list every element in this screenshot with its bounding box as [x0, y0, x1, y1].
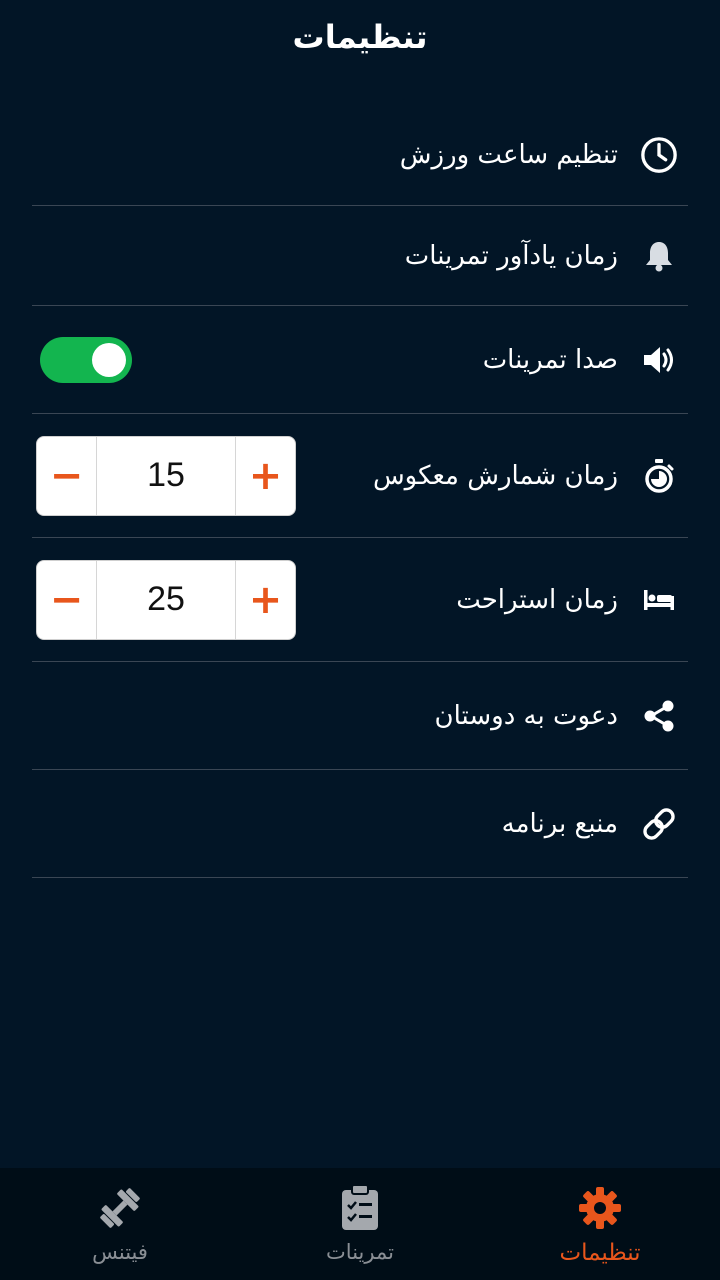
setting-label: زمان شمارش معکوس	[372, 460, 618, 491]
setting-label: زمان استراحت	[456, 584, 618, 615]
setting-invite[interactable]: دعوت به دوستان	[32, 662, 688, 770]
page-title: تنظیمات	[292, 18, 428, 56]
nav-item-workouts[interactable]: تمرینات	[240, 1168, 480, 1280]
setting-reminder[interactable]: زمان یادآور تمرینات	[32, 206, 688, 306]
nav-label: فیتنس	[92, 1240, 148, 1264]
setting-sound: صدا تمرینات	[32, 306, 688, 414]
setting-workout-time[interactable]: تنظیم ساعت ورزش	[32, 104, 688, 206]
nav-label: تمرینات	[326, 1240, 394, 1264]
setting-label: زمان یادآور تمرینات	[404, 240, 618, 271]
setting-label: دعوت به دوستان	[434, 700, 619, 731]
setting-rest: زمان استراحت − 25 +	[32, 538, 688, 662]
countdown-stepper: − 15 +	[36, 435, 296, 516]
gear-icon	[576, 1184, 624, 1232]
setting-label: صدا تمرینات	[482, 344, 618, 375]
link-icon	[640, 805, 678, 843]
rest-decrease-button[interactable]: −	[37, 560, 97, 639]
rest-value: 25	[147, 580, 185, 618]
bottom-nav: فیتنس تمرینات تنظیمات	[0, 1168, 720, 1280]
clipboard-icon	[336, 1184, 384, 1232]
countdown-decrease-button[interactable]: −	[37, 436, 97, 515]
setting-label: تنظیم ساعت ورزش	[399, 139, 618, 170]
bed-icon	[640, 581, 678, 619]
nav-item-fitness[interactable]: فیتنس	[0, 1168, 240, 1280]
toggle-knob	[92, 342, 126, 377]
setting-label: منبع برنامه	[501, 808, 618, 839]
rest-increase-button[interactable]: +	[235, 560, 295, 639]
countdown-increase-button[interactable]: +	[235, 436, 295, 515]
setting-source[interactable]: منبع برنامه	[32, 770, 688, 878]
share-icon	[640, 697, 678, 735]
clock-icon	[640, 136, 678, 174]
rest-stepper: − 25 +	[36, 559, 296, 640]
countdown-value: 15	[147, 456, 185, 494]
bell-icon	[640, 237, 678, 275]
setting-countdown: زمان شمارش معکوس − 15 +	[32, 414, 688, 538]
dumbbell-icon	[96, 1184, 144, 1232]
stopwatch-icon	[640, 457, 678, 495]
settings-screen: تنظیمات تنظیم ساعت ورزش زمان یادآور تمری…	[0, 0, 720, 1280]
nav-label: تنظیمات	[559, 1240, 641, 1266]
settings-list: تنظیم ساعت ورزش زمان یادآور تمرینات صدا …	[32, 104, 688, 878]
nav-item-settings[interactable]: تنظیمات	[480, 1168, 720, 1280]
speaker-icon	[640, 341, 678, 379]
sound-toggle[interactable]	[40, 336, 132, 383]
